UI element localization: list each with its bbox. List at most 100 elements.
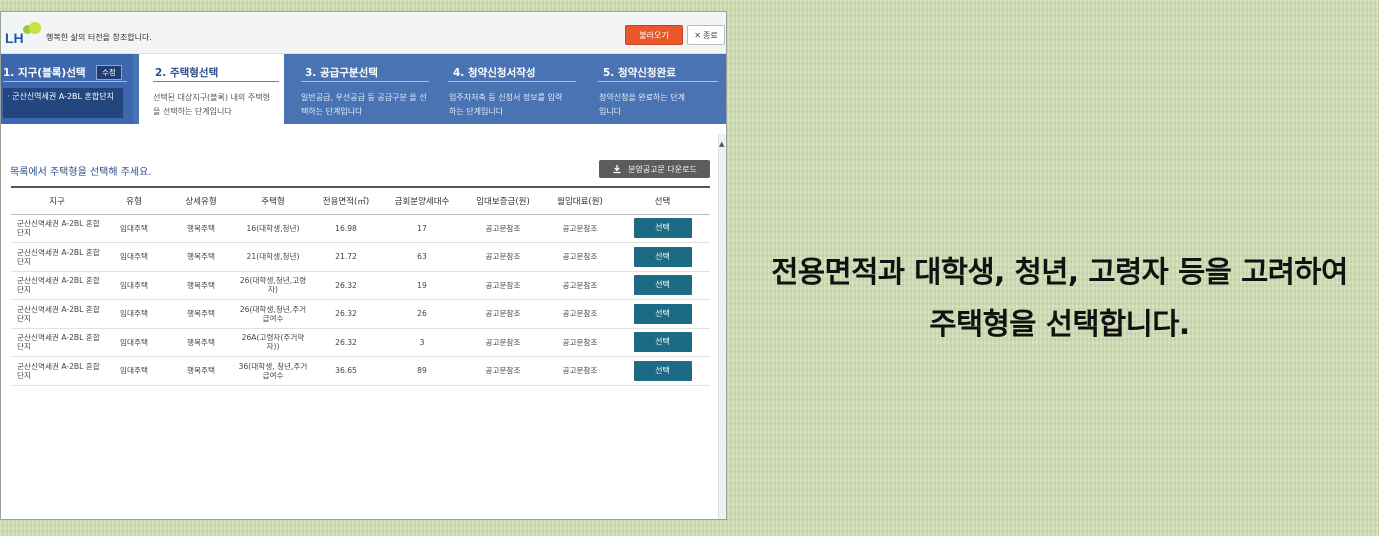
detail-type-cell: 행복주택: [165, 356, 237, 386]
housing-type-table: 지구 유형 상세유형 주택형 전용면적(㎡) 금회분양세대수 임대보증금(원) …: [11, 186, 710, 386]
select-button[interactable]: 선택: [633, 332, 692, 353]
step-navigation: 1. 지구(블록)선택 수정 · 군산신역세권 A-2BL 혼합단지 2. 주택…: [1, 54, 726, 124]
logo-text: LH: [5, 30, 24, 46]
column-header: 주택형: [261, 196, 285, 207]
area-cell: 16.98: [309, 214, 383, 243]
column-header: 선택: [654, 196, 671, 207]
detail-type-cell: 행복주택: [165, 328, 237, 357]
rent-cell: 공고문참조: [545, 299, 615, 329]
step-divider: [153, 81, 279, 82]
deposit-cell: 공고문참조: [461, 242, 545, 272]
area-cell: 26.32: [309, 271, 383, 300]
application-window: LH 행복한 삶의 터전을 창조합니다. 불러오기 ✕ 종료 1. 지구(블록)…: [0, 11, 727, 520]
housing-type-cell: 36(대학생, 청년,주거급여수: [237, 356, 309, 386]
rent-cell: 공고문참조: [545, 328, 615, 357]
step-description: 입주자저축 등 신청서 정보를 입력하는 단계입니다: [449, 93, 563, 116]
select-button[interactable]: 선택: [633, 275, 692, 296]
edit-button[interactable]: 수정: [96, 65, 122, 80]
column-header: 지구: [49, 196, 65, 207]
units-cell: 17: [383, 214, 461, 243]
select-cell: 선택: [615, 328, 710, 357]
units-cell: 63: [383, 242, 461, 272]
area-cell: 21.72: [309, 242, 383, 272]
housing-type-cell: 26(대학생,청년,고령자): [237, 271, 309, 300]
table-row: 군산신역세권 A-2BL 혼합단지 임대주택 행복주택 26(대학생,청년,주거…: [11, 299, 710, 329]
district-cell: 군산신역세권 A-2BL 혼합단지: [11, 328, 103, 357]
column-header: 전용면적(㎡): [322, 196, 370, 207]
type-cell: 임대주택: [103, 356, 165, 386]
rent-cell: 공고문참조: [545, 271, 615, 300]
detail-type-cell: 행복주택: [165, 214, 237, 243]
type-cell: 임대주택: [103, 299, 165, 329]
step-title: 2. 주택형선택: [155, 67, 219, 79]
select-cell: 선택: [615, 299, 710, 329]
vertical-scrollbar[interactable]: [718, 134, 726, 519]
rent-cell: 공고문참조: [545, 356, 615, 386]
district-cell: 군산신역세권 A-2BL 혼합단지: [11, 214, 103, 243]
load-button[interactable]: 불러오기: [625, 25, 683, 45]
district-cell: 군산신역세권 A-2BL 혼합단지: [11, 242, 103, 272]
district-cell: 군산신역세권 A-2BL 혼합단지: [11, 271, 103, 300]
select-button[interactable]: 선택: [633, 360, 692, 381]
detail-type-cell: 행복주택: [165, 299, 237, 329]
tutorial-caption: 전용면적과 대학생, 청년, 고령자 등을 고려하여 주택형을 선택합니다.: [752, 246, 1367, 350]
step-divider: [3, 81, 127, 82]
units-cell: 89: [383, 356, 461, 386]
housing-type-cell: 26A(고령자(주거약자)): [237, 328, 309, 357]
units-cell: 19: [383, 271, 461, 300]
download-notice-button[interactable]: 분양공고문 다운로드: [599, 160, 710, 178]
table-row: 군산신역세권 A-2BL 혼합단지 임대주택 행복주택 36(대학생, 청년,주…: [11, 356, 710, 386]
scroll-up-icon[interactable]: ▲: [719, 140, 724, 148]
rent-cell: 공고문참조: [545, 242, 615, 272]
select-button[interactable]: 선택: [633, 303, 692, 324]
active-step-pointer: [204, 124, 230, 136]
select-button[interactable]: 선택: [633, 218, 692, 239]
housing-type-cell: 16(대학생,청년): [237, 214, 309, 243]
step-description: 선택된 대상지구(블록) 내의 주택형을 선택하는 단계입니다: [153, 93, 270, 116]
step-title: 4. 청약신청서작성: [453, 67, 536, 79]
step-3-supply-type[interactable]: 3. 공급구분선택 일반공급, 우선공급 등 공급구분 을 선택하는 단계입니다: [291, 54, 431, 124]
step-divider: [598, 81, 718, 82]
step-1-district[interactable]: 1. 지구(블록)선택 수정 · 군산신역세권 A-2BL 혼합단지: [1, 54, 133, 124]
type-cell: 임대주택: [103, 242, 165, 272]
lh-logo: LH: [5, 22, 43, 46]
select-button[interactable]: 선택: [633, 246, 692, 267]
type-cell: 임대주택: [103, 271, 165, 300]
column-header: 상세유형: [185, 196, 217, 207]
type-cell: 임대주택: [103, 214, 165, 243]
column-header: 유형: [126, 196, 142, 207]
step-title: 1. 지구(블록)선택: [3, 67, 86, 79]
close-icon: ✕: [694, 30, 701, 40]
slogan: 행복한 삶의 터전을 창조합니다.: [46, 33, 152, 42]
step-title: 5. 청약신청완료: [603, 67, 676, 79]
area-cell: 26.32: [309, 299, 383, 329]
district-cell: 군산신역세권 A-2BL 혼합단지: [11, 299, 103, 329]
download-label: 분양공고문 다운로드: [628, 164, 697, 174]
selected-district: · 군산신역세권 A-2BL 혼합단지: [3, 88, 123, 118]
deposit-cell: 공고문참조: [461, 356, 545, 386]
step-2-housing-type[interactable]: 2. 주택형선택 선택된 대상지구(블록) 내의 주택형을 선택하는 단계입니다: [139, 54, 284, 124]
logo-dot-icon: [29, 22, 41, 34]
select-cell: 선택: [615, 271, 710, 300]
close-button[interactable]: ✕ 종료: [687, 25, 725, 45]
units-cell: 3: [383, 328, 461, 357]
select-cell: 선택: [615, 356, 710, 386]
header-bar: LH 행복한 삶의 터전을 창조합니다. 불러오기 ✕ 종료: [1, 12, 726, 54]
column-header: 임대보증금(원): [476, 196, 530, 207]
step-description: 일반공급, 우선공급 등 공급구분 을 선택하는 단계입니다: [301, 93, 427, 116]
instruction-text: 목록에서 주택형을 선택해 주세요.: [10, 167, 152, 178]
area-cell: 26.32: [309, 328, 383, 357]
housing-type-cell: 21(대학생,청년): [237, 242, 309, 272]
step-4-application-form[interactable]: 4. 청약신청서작성 입주자저축 등 신청서 정보를 입력하는 단계입니다: [438, 54, 581, 124]
select-cell: 선택: [615, 242, 710, 272]
deposit-cell: 공고문참조: [461, 271, 545, 300]
area-cell: 36.65: [309, 356, 383, 386]
deposit-cell: 공고문참조: [461, 299, 545, 329]
download-icon: [613, 165, 621, 174]
step-5-complete[interactable]: 5. 청약신청완료 청약신청을 완료하는 단계입니다: [588, 54, 726, 124]
units-cell: 26: [383, 299, 461, 329]
table-row: 군산신역세권 A-2BL 혼합단지 임대주택 행복주택 26(대학생,청년,고령…: [11, 271, 710, 300]
table-row: 군산신역세권 A-2BL 혼합단지 임대주택 행복주택 16(대학생,청년) 1…: [11, 214, 710, 243]
column-header: 월임대료(원): [557, 196, 603, 207]
table-row: 군산신역세권 A-2BL 혼합단지 임대주택 행복주택 26A(고령자(주거약자…: [11, 328, 710, 357]
